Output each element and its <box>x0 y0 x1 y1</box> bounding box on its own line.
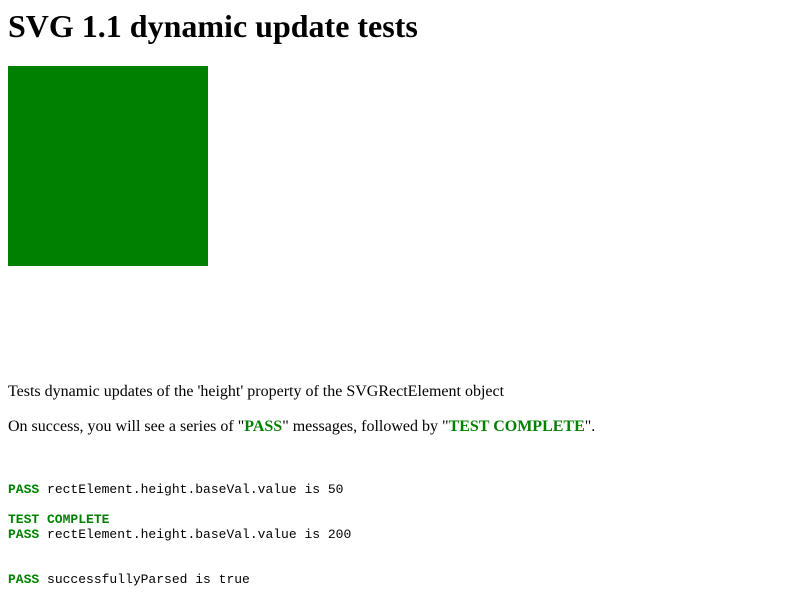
test-description: Tests dynamic updates of the 'height' pr… <box>8 383 505 400</box>
test-instructions: On success, you will see a series of "PA… <box>8 418 595 436</box>
instructions-prefix: On success, you will see a series of " <box>8 418 245 435</box>
console-line: PASS successfullyParsed is true <box>8 572 351 587</box>
console-status-pass: PASS <box>8 527 40 542</box>
test-complete-label: TEST COMPLETE <box>8 512 110 527</box>
console-status-pass: PASS <box>8 572 40 587</box>
instructions-pass-word: PASS <box>244 418 283 435</box>
instructions-complete-word: TEST COMPLETE <box>448 418 585 435</box>
console-line: PASS rectElement.height.baseVal.value is… <box>8 527 351 542</box>
green-rect <box>8 66 208 266</box>
console-status-pass: PASS <box>8 482 40 497</box>
console-line: PASS rectElement.height.baseVal.value is… <box>8 482 351 497</box>
svg-test-area <box>8 66 208 266</box>
console-message: rectElement.height.baseVal.value is 50 <box>39 482 344 497</box>
instructions-middle: " messages, followed by " <box>282 418 449 435</box>
page-title: SVG 1.1 dynamic update tests <box>8 8 418 44</box>
console-message: rectElement.height.baseVal.value is 200 <box>39 527 352 542</box>
console-message: successfullyParsed is true <box>39 572 250 587</box>
instructions-suffix: ". <box>584 418 596 435</box>
